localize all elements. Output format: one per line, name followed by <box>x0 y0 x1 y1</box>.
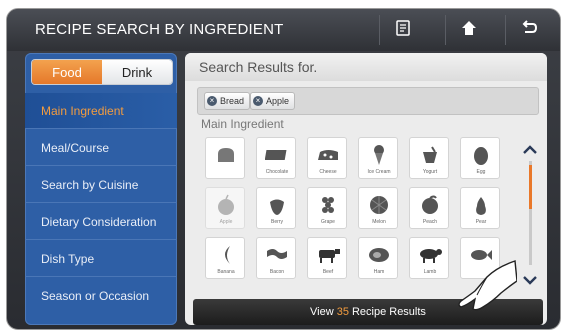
chocolate-icon <box>257 143 297 167</box>
recipe-card-icon <box>393 18 413 43</box>
ingredient-pear[interactable]: Pear <box>460 187 500 229</box>
recipe-card-button[interactable] <box>379 15 426 45</box>
ingredient-berry[interactable]: Berry <box>256 187 296 229</box>
search-results-header: Search Results for. <box>185 53 547 81</box>
ingredient-yogurt[interactable]: Yogurt <box>409 137 449 179</box>
food-toggle-button[interactable]: Food <box>32 60 102 84</box>
pear-icon <box>461 193 501 217</box>
banana-icon <box>206 243 246 267</box>
apple-icon <box>206 193 246 217</box>
touch-hand-icon <box>458 260 517 311</box>
home-button[interactable] <box>445 15 492 45</box>
remove-icon[interactable]: × <box>207 96 217 106</box>
scroll-down-icon[interactable] <box>521 273 539 287</box>
ingredient-ham[interactable]: Ham <box>358 237 398 279</box>
ingredient-banana[interactable]: Banana <box>205 237 245 279</box>
app-window: RECIPE SEARCH BY INGREDIENT Food Drink M… <box>6 8 561 330</box>
remove-icon[interactable]: × <box>253 96 263 106</box>
ingredient-melon[interactable]: Melon <box>358 187 398 229</box>
ingredient-ice-cream[interactable]: Ice Cream <box>358 137 398 179</box>
scroll-thumb[interactable] <box>529 165 532 209</box>
scroll-up-icon[interactable] <box>521 143 539 157</box>
ingredient-peach[interactable]: Peach <box>409 187 449 229</box>
ingredient-egg[interactable]: Egg <box>460 137 500 179</box>
sidebar-item-season-or-occasion[interactable]: Season or Occasion <box>25 278 177 314</box>
ingredient-cheese[interactable]: Cheese <box>307 137 347 179</box>
peach-icon <box>410 193 450 217</box>
sidebar-item-main-ingredient[interactable]: Main Ingredient <box>25 93 177 129</box>
sidebar-item-dish-type[interactable]: Dish Type <box>25 241 177 277</box>
category-sidebar: Food Drink Main Ingredient Meal/Course S… <box>25 53 177 325</box>
sidebar-item-search-by-cuisine[interactable]: Search by Cuisine <box>25 167 177 203</box>
ice-cream-icon <box>359 143 399 167</box>
section-title: Main Ingredient <box>201 117 284 131</box>
melon-icon <box>359 193 399 217</box>
bread-icon <box>206 143 246 167</box>
back-button[interactable] <box>505 15 552 45</box>
egg-icon <box>461 143 501 167</box>
ham-icon <box>359 243 399 267</box>
page-title: RECIPE SEARCH BY INGREDIENT <box>35 21 284 38</box>
berry-icon <box>257 193 297 217</box>
home-icon <box>459 18 479 43</box>
food-drink-toggle: Food Drink <box>31 59 173 85</box>
yogurt-icon <box>410 143 450 167</box>
ingredient-bread[interactable] <box>205 137 245 179</box>
selected-ingredients-bar: × Bread × Apple <box>197 87 539 115</box>
back-icon <box>519 18 539 43</box>
tag-apple[interactable]: × Apple <box>250 92 296 110</box>
sidebar-item-dietary-consideration[interactable]: Dietary Consideration <box>25 204 177 240</box>
grape-icon <box>308 193 348 217</box>
ingredient-grape[interactable]: Grape <box>307 187 347 229</box>
ingredient-bacon[interactable]: Bacon <box>256 237 296 279</box>
ingredient-apple[interactable]: Apple <box>205 187 245 229</box>
ingredient-beef[interactable]: Beef <box>307 237 347 279</box>
bacon-icon <box>257 243 297 267</box>
tag-bread[interactable]: × Bread <box>204 92 251 110</box>
sidebar-item-meal-course[interactable]: Meal/Course <box>25 130 177 166</box>
title-bar: RECIPE SEARCH BY INGREDIENT <box>7 9 560 51</box>
drink-toggle-button[interactable]: Drink <box>102 60 172 84</box>
results-scrollbar[interactable] <box>521 143 539 293</box>
cheese-icon <box>308 143 348 167</box>
ingredient-chocolate[interactable]: Chocolate <box>256 137 296 179</box>
beef-icon <box>308 243 348 267</box>
